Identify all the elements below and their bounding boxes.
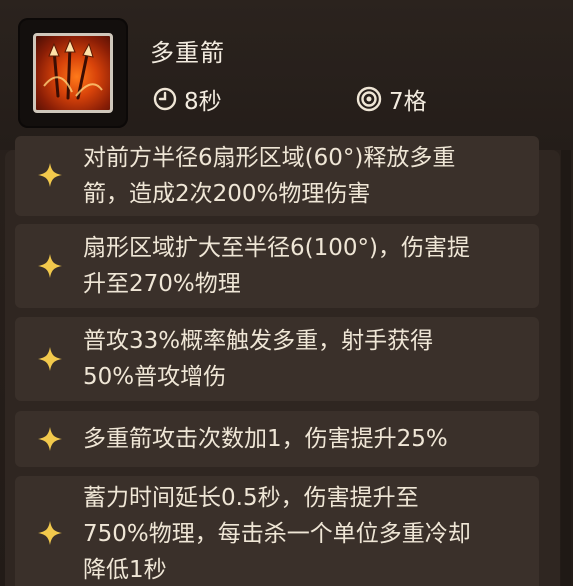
sparkle-star-icon bbox=[38, 254, 62, 278]
range-stat: 7格 bbox=[355, 84, 427, 115]
upgrade-text: 普攻33%概率触发多重，射手获得 50%普攻增伤 bbox=[83, 328, 434, 390]
sparkle-star-icon bbox=[38, 521, 62, 545]
sparkle-star-icon bbox=[38, 427, 62, 451]
clock-icon bbox=[153, 87, 177, 111]
upgrade-item: 蓄力时间延长0.5秒，伤害提升至 750%物理，每击杀一个单位多重冷却 降低1秒 bbox=[15, 476, 539, 586]
scrollbar[interactable] bbox=[561, 150, 571, 586]
skill-icon-frame bbox=[18, 18, 128, 128]
skill-tooltip-panel: 多重箭 8秒 7格 对前方半径6扇形区域(60°)释放多重 箭，造成2次200%… bbox=[0, 0, 573, 586]
sparkle-star-icon bbox=[38, 347, 62, 371]
skill-name: 多重箭 bbox=[150, 39, 225, 67]
skill-header: 多重箭 8秒 7格 bbox=[0, 0, 573, 150]
upgrade-text: 多重箭攻击次数加1，伤害提升25% bbox=[83, 426, 448, 452]
cooldown-value: 8秒 bbox=[184, 89, 222, 115]
sparkle-star-icon bbox=[38, 163, 62, 187]
upgrade-list[interactable]: 对前方半径6扇形区域(60°)释放多重 箭，造成2次200%物理伤害 扇形区域扩… bbox=[5, 136, 560, 586]
target-icon bbox=[356, 86, 382, 112]
upgrade-item: 对前方半径6扇形区域(60°)释放多重 箭，造成2次200%物理伤害 bbox=[15, 136, 539, 216]
cooldown-stat: 8秒 bbox=[152, 84, 222, 115]
upgrade-item: 多重箭攻击次数加1，伤害提升25% bbox=[15, 411, 539, 467]
range-value: 7格 bbox=[389, 89, 427, 115]
upgrade-text: 扇形区域扩大至半径6(100°)，伤害提 升至270%物理 bbox=[83, 235, 470, 297]
upgrade-item: 普攻33%概率触发多重，射手获得 50%普攻增伤 bbox=[15, 317, 539, 401]
upgrade-text: 对前方半径6扇形区域(60°)释放多重 箭，造成2次200%物理伤害 bbox=[83, 145, 456, 207]
multi-arrow-skill-icon bbox=[33, 33, 113, 113]
upgrade-item: 扇形区域扩大至半径6(100°)，伤害提 升至270%物理 bbox=[15, 224, 539, 308]
upgrade-text: 蓄力时间延长0.5秒，伤害提升至 750%物理，每击杀一个单位多重冷却 降低1秒 bbox=[83, 485, 471, 583]
